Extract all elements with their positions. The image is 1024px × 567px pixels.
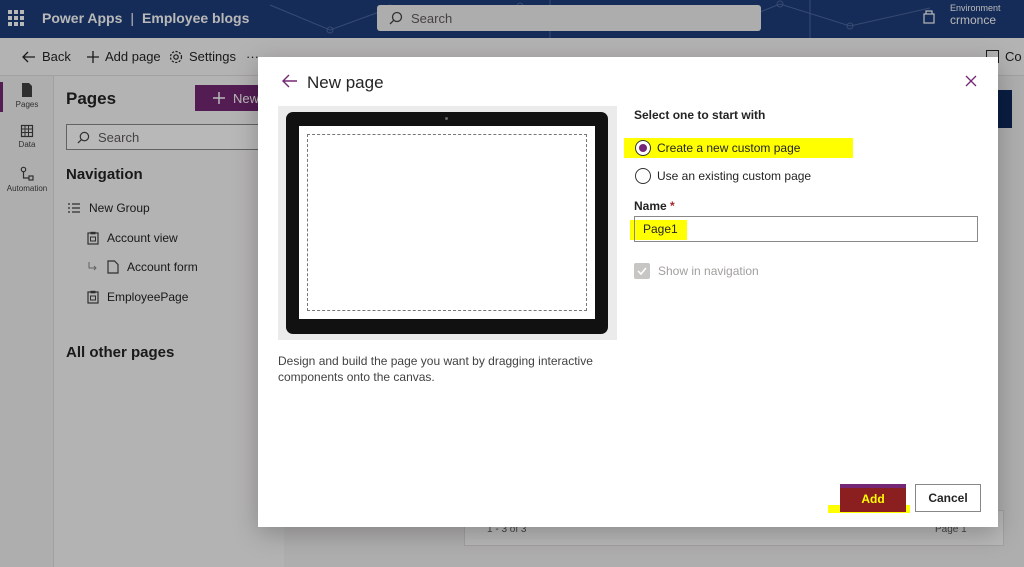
radio-selected-icon: [635, 140, 651, 156]
page-name-input[interactable]: [634, 216, 978, 242]
new-page-dialog: New page Design and build the page you w…: [258, 57, 998, 527]
select-label: Select one to start with: [634, 108, 766, 122]
tablet-screen: [299, 126, 595, 319]
checkmark-icon: [634, 263, 650, 279]
add-button-label: Add: [861, 492, 885, 506]
dialog-title: New page: [307, 73, 384, 92]
option-new-custom-page[interactable]: Create a new custom page: [635, 140, 800, 156]
cancel-button[interactable]: Cancel: [915, 484, 981, 512]
option-existing-custom-page[interactable]: Use an existing custom page: [635, 168, 811, 184]
option-label: Use an existing custom page: [657, 169, 812, 183]
required-marker: *: [670, 199, 675, 213]
show-in-navigation-checkbox[interactable]: Show in navigation: [634, 263, 759, 279]
dialog-description: Design and build the page you want by dr…: [278, 354, 593, 384]
option-label: Create a new custom page: [657, 141, 801, 155]
radio-unselected-icon: [635, 168, 651, 184]
tablet-camera: [445, 117, 448, 120]
name-label: Name *: [634, 199, 675, 213]
close-icon[interactable]: [965, 75, 977, 87]
page-preview: [278, 106, 617, 340]
tablet-illustration: [286, 112, 608, 334]
show-in-navigation-label: Show in navigation: [658, 264, 759, 278]
add-button-accent: [840, 484, 906, 488]
name-label-text: Name: [634, 199, 667, 213]
add-button[interactable]: Add: [840, 486, 906, 512]
back-arrow-icon[interactable]: [282, 74, 298, 88]
canvas-placeholder: [307, 134, 587, 311]
